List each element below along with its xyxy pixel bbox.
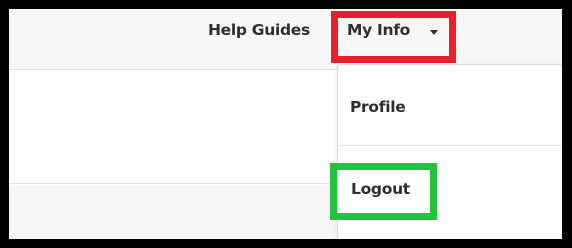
help-guides-link[interactable]: Help Guides	[208, 21, 310, 45]
app-window: Help Guides My Info Profile Logout	[9, 9, 562, 239]
logout-menu-item[interactable]: Logout	[351, 180, 410, 198]
menu-divider	[338, 145, 562, 146]
my-info-menu-button[interactable]: My Info	[347, 21, 410, 45]
user-dropdown-menu: Profile Logout	[337, 64, 562, 239]
profile-menu-item[interactable]: Profile	[350, 98, 406, 116]
top-navigation-bar: Help Guides My Info	[9, 9, 562, 70]
chevron-down-icon	[430, 30, 438, 35]
